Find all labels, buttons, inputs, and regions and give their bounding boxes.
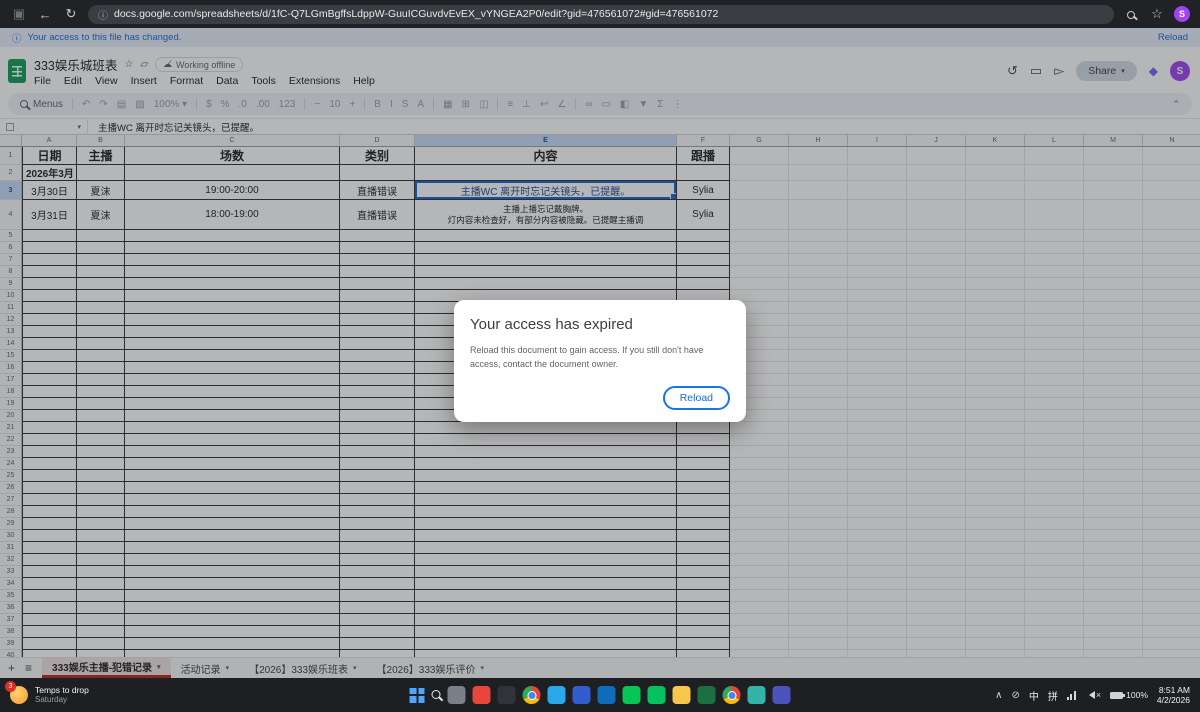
file-explorer-icon[interactable] [673, 686, 691, 704]
page: ⓘ Your access to this file has changed. … [0, 28, 1200, 678]
weather-title: Temps to drop [35, 686, 89, 696]
bookmark-star-icon[interactable]: ☆ [1148, 6, 1166, 22]
taskbar-apps [410, 686, 791, 704]
back-icon[interactable]: ← [36, 7, 54, 22]
terminal-icon[interactable] [498, 686, 516, 704]
address-bar[interactable]: ⓘ docs.google.com/spreadsheets/d/1fC-Q7L… [88, 5, 1114, 24]
access-expired-dialog: Your access has expired Reload this docu… [454, 300, 746, 422]
do-not-disturb-icon[interactable]: ⊘ [1012, 690, 1020, 701]
weather-widget[interactable]: 3 Temps to drop Saturday [10, 686, 89, 705]
browser-toolbar: ▣ ← ↻ ⓘ docs.google.com/spreadsheets/d/1… [0, 0, 1200, 28]
edge-icon[interactable] [748, 686, 766, 704]
mail-icon[interactable] [573, 686, 591, 704]
network-icon[interactable] [1067, 691, 1076, 700]
battery-indicator[interactable]: 100% [1110, 690, 1148, 700]
url-text: docs.google.com/spreadsheets/d/1fC-Q7LGm… [114, 8, 718, 20]
teams-icon[interactable] [773, 686, 791, 704]
weather-subtitle: Saturday [35, 695, 89, 704]
taskbar: 3 Temps to drop Saturday ∧ ⊘ 中 拼 × 100% … [0, 678, 1200, 712]
wechat-icon[interactable] [648, 686, 666, 704]
site-info-icon[interactable]: ⓘ [98, 7, 108, 22]
ime-mode-icon[interactable]: 拼 [1048, 688, 1058, 703]
excel-icon[interactable] [698, 686, 716, 704]
notification-badge: 3 [5, 681, 16, 692]
chrome-2-icon[interactable] [723, 686, 741, 704]
start-icon[interactable] [410, 688, 425, 703]
dialog-title: Your access has expired [470, 316, 730, 333]
weather-icon: 3 [10, 686, 28, 704]
screen: ▣ ← ↻ ⓘ docs.google.com/spreadsheets/d/1… [0, 0, 1200, 712]
search-tabs-icon[interactable] [1122, 7, 1140, 22]
system-tray: ∧ ⊘ 中 拼 × 100% 8:51 AM 4/2/2026 [995, 685, 1190, 705]
battery-icon [1110, 692, 1123, 699]
hidden-icons-chevron[interactable]: ∧ [995, 690, 1002, 701]
chrome-profile-icon[interactable] [473, 686, 491, 704]
ime-lang-icon[interactable]: 中 [1029, 688, 1039, 703]
dialog-reload-button[interactable]: Reload [663, 386, 730, 410]
line-icon[interactable] [623, 686, 641, 704]
outlook-icon[interactable] [598, 686, 616, 704]
task-view-icon[interactable] [448, 686, 466, 704]
search-icon[interactable] [432, 686, 441, 704]
browser-profile-avatar[interactable]: S [1174, 6, 1190, 22]
telegram-icon[interactable] [548, 686, 566, 704]
window-icon: ▣ [10, 6, 28, 22]
taskbar-clock[interactable]: 8:51 AM 4/2/2026 [1157, 685, 1190, 705]
volume-muted-icon[interactable]: × [1085, 690, 1101, 700]
chrome-icon[interactable] [523, 686, 541, 704]
dialog-body: Reload this document to gain access. If … [470, 344, 730, 372]
reload-icon[interactable]: ↻ [62, 6, 80, 22]
